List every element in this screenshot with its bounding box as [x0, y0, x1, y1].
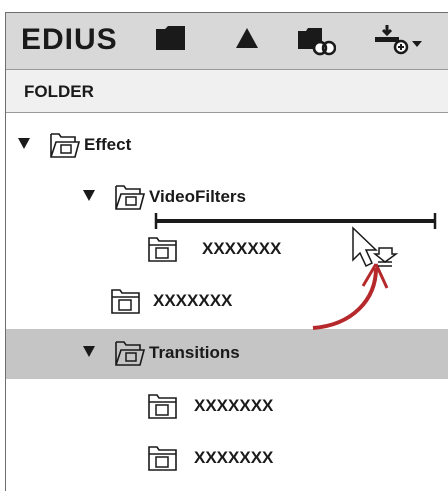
open-folder-icon: [113, 182, 147, 217]
tree-item-label: Transitions: [149, 343, 240, 362]
tree-item-xxxxxxx[interactable]: XXXXXXX: [6, 225, 448, 275]
closed-folder-icon: [146, 443, 180, 478]
tree-item-label: VideoFilters: [149, 187, 246, 206]
new-folder-icon[interactable]: [154, 23, 188, 58]
link-folder-icon[interactable]: [296, 23, 337, 62]
tree-item-transitions[interactable]: Transitions: [6, 329, 448, 379]
toolbar: EDIUS: [6, 13, 448, 69]
tree-item-xxxxxxx[interactable]: XXXXXXX: [6, 382, 448, 432]
add-item-menu-icon[interactable]: [371, 23, 441, 62]
tree-item-effect[interactable]: Effect: [6, 121, 448, 171]
tree-item-label: XXXXXXX: [202, 239, 282, 258]
folder-tree-header: FOLDER: [6, 69, 448, 113]
open-folder-icon: [48, 130, 82, 165]
tree-item-label: Effect: [84, 135, 132, 154]
closed-folder-icon: [146, 234, 180, 269]
folder-panel: EDIUS FOLDER Effect VideoFilters XXXXXXX…: [5, 12, 448, 491]
tree-item-label: XXXXXXX: [153, 291, 233, 310]
collapse-arrow-icon[interactable]: [83, 190, 95, 201]
tree-item-xxxxxxx[interactable]: XXXXXXX: [6, 277, 448, 327]
tree-item-label: XXXXXXX: [194, 396, 274, 415]
open-folder-icon: [113, 338, 147, 373]
closed-folder-icon: [109, 286, 143, 321]
tree-item-videofilters[interactable]: VideoFilters: [6, 173, 448, 223]
tree-item-label: XXXXXXX: [194, 448, 274, 467]
up-arrow-icon[interactable]: [232, 23, 262, 58]
tree-item-xxxxxxx[interactable]: XXXXXXX: [6, 434, 448, 484]
collapse-arrow-icon[interactable]: [83, 346, 95, 357]
folder-header-label: FOLDER: [24, 82, 94, 101]
closed-folder-icon: [146, 391, 180, 426]
collapse-arrow-icon[interactable]: [18, 138, 30, 149]
app-title: EDIUS: [21, 23, 118, 56]
